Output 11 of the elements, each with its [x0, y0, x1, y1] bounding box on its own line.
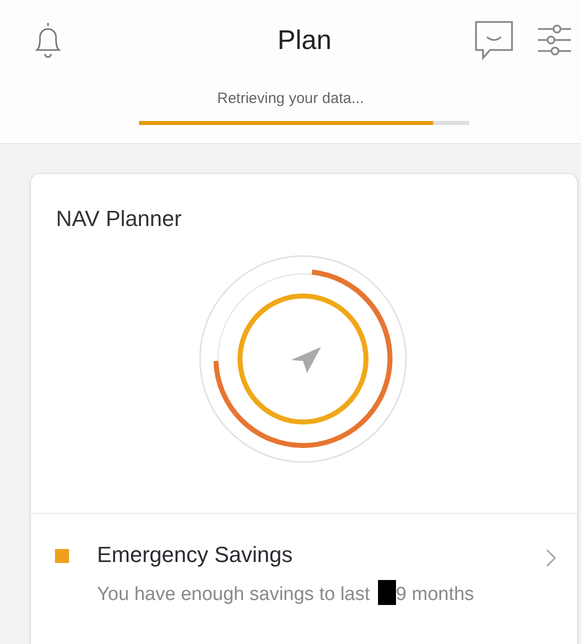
settings-sliders-icon[interactable]: [537, 22, 571, 58]
item-description: 9 months: [396, 584, 474, 605]
page-title: Plan: [276, 24, 333, 56]
item-title[interactable]: Emergency Savings: [97, 542, 545, 568]
loading-message: Retrieving your data...: [217, 90, 364, 107]
redaction-mark: [378, 580, 396, 605]
card-title: NAV Planner: [55, 205, 183, 232]
navigation-arrow-icon: [291, 347, 321, 373]
item-description: You have enough savings to last: [97, 584, 370, 605]
chat-icon[interactable]: [473, 19, 515, 61]
chevron-right-icon[interactable]: [545, 548, 557, 568]
